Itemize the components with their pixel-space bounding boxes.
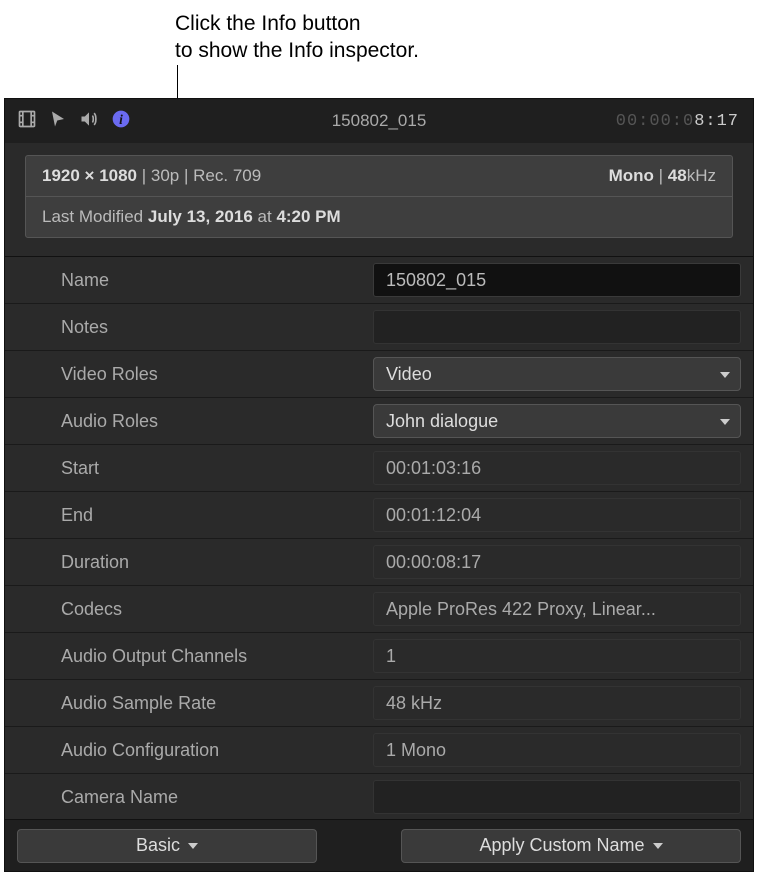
label-video-roles: Video Roles	[25, 364, 365, 385]
row-audio-roles: Audio Roles John dialogue	[5, 398, 753, 445]
end-value: 00:01:12:04	[373, 498, 741, 532]
format-audio-mode: Mono	[609, 166, 654, 185]
clip-title: 150802_015	[332, 111, 427, 131]
metadata-view-label: Basic	[136, 835, 180, 856]
label-audio-output-channels: Audio Output Channels	[25, 646, 365, 667]
audio-inspector-icon[interactable]	[79, 109, 99, 134]
inspector-tab-icons: i	[17, 109, 131, 134]
label-camera-name: Camera Name	[25, 787, 365, 808]
label-start: Start	[25, 458, 365, 479]
metadata-view-dropdown[interactable]: Basic	[17, 829, 317, 863]
modified-prefix: Last Modified	[42, 207, 143, 226]
video-roles-dropdown[interactable]: Video	[373, 357, 741, 391]
modified-at: at	[258, 207, 272, 226]
notes-field[interactable]	[373, 310, 741, 344]
start-value: 00:01:03:16	[373, 451, 741, 485]
format-audio-rate: 48	[668, 166, 687, 185]
duration-value: 00:00:08:17	[373, 545, 741, 579]
row-camera-name: Camera Name	[5, 774, 753, 821]
label-duration: Duration	[25, 552, 365, 573]
info-inspector-icon[interactable]: i	[111, 109, 131, 134]
callout-text: Click the Info button to show the Info i…	[175, 10, 419, 65]
format-summary-box: 1920 × 1080 | 30p | Rec. 709 Mono | 48kH…	[25, 155, 733, 238]
format-video-summary: 1920 × 1080 | 30p | Rec. 709	[42, 166, 261, 186]
format-colorspace: Rec. 709	[193, 166, 261, 185]
info-inspector-panel: i 150802_015 00:00:08:17 1920 × 1080 | 3…	[4, 98, 754, 872]
timecode-dim: 00:00:0	[616, 112, 694, 131]
label-codecs: Codecs	[25, 599, 365, 620]
inspector-top-bar: i 150802_015 00:00:08:17	[5, 99, 753, 143]
label-end: End	[25, 505, 365, 526]
row-audio-configuration: Audio Configuration 1 Mono	[5, 727, 753, 774]
timecode-bright: 8:17	[694, 112, 739, 131]
label-audio-roles: Audio Roles	[25, 411, 365, 432]
format-summary-line2: Last Modified July 13, 2016 at 4:20 PM	[26, 196, 732, 237]
row-duration: Duration 00:00:08:17	[5, 539, 753, 586]
label-audio-sample-rate: Audio Sample Rate	[25, 693, 365, 714]
row-name: Name 150802_015	[5, 257, 753, 304]
row-end: End 00:01:12:04	[5, 492, 753, 539]
format-audio-summary: Mono | 48kHz	[609, 166, 716, 186]
svg-text:i: i	[119, 112, 123, 127]
format-audio-unit: kHz	[687, 166, 716, 185]
name-field[interactable]: 150802_015	[373, 263, 741, 297]
chevron-down-icon	[653, 843, 663, 849]
row-video-roles: Video Roles Video	[5, 351, 753, 398]
metadata-fields: Name 150802_015 Notes Video Roles Video …	[5, 256, 753, 821]
label-audio-configuration: Audio Configuration	[25, 740, 365, 761]
apply-custom-name-dropdown[interactable]: Apply Custom Name	[401, 829, 741, 863]
generator-inspector-icon[interactable]	[49, 110, 67, 133]
inspector-footer: Basic Apply Custom Name	[5, 819, 753, 871]
camera-name-field[interactable]	[373, 780, 741, 814]
codecs-value: Apple ProRes 422 Proxy, Linear...	[373, 592, 741, 626]
audio-roles-dropdown[interactable]: John dialogue	[373, 404, 741, 438]
callout-line2: to show the Info inspector.	[175, 39, 419, 62]
clip-duration-timecode: 00:00:08:17	[616, 112, 739, 131]
audio-output-channels-value: 1	[373, 639, 741, 673]
audio-configuration-value: 1 Mono	[373, 733, 741, 767]
chevron-down-icon	[188, 843, 198, 849]
video-inspector-icon[interactable]	[17, 109, 37, 134]
modified-time: 4:20 PM	[276, 207, 340, 226]
row-audio-output-channels: Audio Output Channels 1	[5, 633, 753, 680]
row-audio-sample-rate: Audio Sample Rate 48 kHz	[5, 680, 753, 727]
row-notes: Notes	[5, 304, 753, 351]
modified-date: July 13, 2016	[148, 207, 253, 226]
format-summary-line1: 1920 × 1080 | 30p | Rec. 709 Mono | 48kH…	[26, 156, 732, 196]
row-start: Start 00:01:03:16	[5, 445, 753, 492]
format-fps: 30p	[151, 166, 179, 185]
label-notes: Notes	[25, 317, 365, 338]
row-codecs: Codecs Apple ProRes 422 Proxy, Linear...	[5, 586, 753, 633]
label-name: Name	[25, 270, 365, 291]
callout-line1: Click the Info button	[175, 12, 361, 35]
apply-custom-name-label: Apply Custom Name	[479, 835, 644, 856]
format-resolution: 1920 × 1080	[42, 166, 137, 185]
audio-sample-rate-value: 48 kHz	[373, 686, 741, 720]
